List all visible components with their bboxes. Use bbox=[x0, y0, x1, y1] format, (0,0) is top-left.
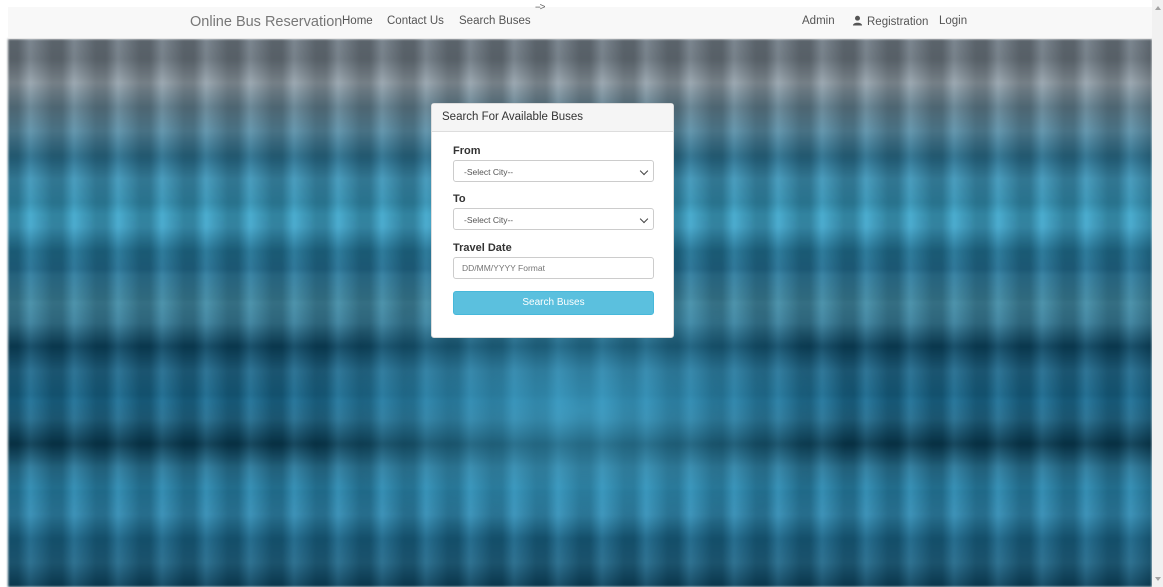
nav-login[interactable]: Login bbox=[939, 15, 967, 27]
from-select-value: -Select City-- bbox=[464, 167, 514, 177]
chevron-down-icon bbox=[639, 166, 649, 176]
brand-link[interactable]: Online Bus Reservation bbox=[190, 14, 342, 30]
to-select-value: -Select City-- bbox=[464, 215, 514, 225]
from-select[interactable]: -Select City-- bbox=[453, 160, 654, 182]
stray-arrow-text: --> bbox=[535, 2, 545, 13]
page-viewport: Online Bus Reservation Home Contact Us S… bbox=[0, 0, 1152, 587]
top-navbar: Online Bus Reservation Home Contact Us S… bbox=[8, 2, 1152, 39]
from-label: From bbox=[453, 145, 481, 157]
nav-search-buses[interactable]: Search Buses bbox=[459, 15, 531, 27]
nav-admin[interactable]: Admin bbox=[802, 15, 835, 27]
scroll-down-icon[interactable] bbox=[1155, 577, 1161, 581]
chevron-down-icon bbox=[639, 214, 649, 224]
nav-registration[interactable]: Registration bbox=[852, 15, 928, 28]
panel-title: Search For Available Buses bbox=[432, 104, 673, 132]
search-panel: Search For Available Buses From -Select … bbox=[431, 103, 674, 338]
scroll-up-icon[interactable] bbox=[1155, 6, 1161, 10]
to-label: To bbox=[453, 193, 466, 205]
travel-date-label: Travel Date bbox=[453, 242, 512, 254]
user-icon bbox=[852, 15, 863, 26]
nav-contact-us[interactable]: Contact Us bbox=[387, 15, 444, 27]
search-buses-button[interactable]: Search Buses bbox=[453, 291, 654, 315]
nav-home[interactable]: Home bbox=[342, 15, 373, 27]
travel-date-input[interactable] bbox=[453, 257, 654, 279]
nav-registration-label: Registration bbox=[867, 16, 929, 28]
to-select[interactable]: -Select City-- bbox=[453, 208, 654, 230]
vertical-scrollbar[interactable] bbox=[1152, 0, 1163, 587]
